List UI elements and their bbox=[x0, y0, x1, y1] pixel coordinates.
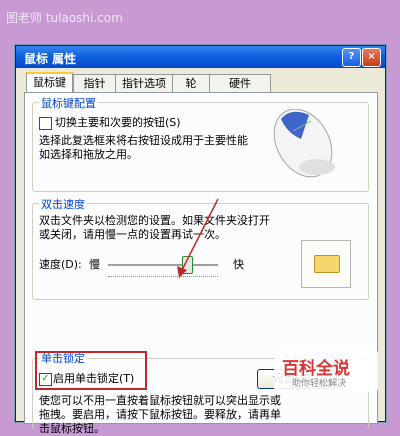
folder-icon bbox=[314, 255, 340, 273]
red-arrow-annotation bbox=[177, 198, 219, 278]
tab-pointers[interactable]: 指针 bbox=[73, 74, 116, 92]
close-button[interactable]: × bbox=[362, 48, 381, 67]
window-title: 鼠标 属性 bbox=[24, 52, 77, 66]
speed-label: 速度(D): bbox=[39, 258, 82, 271]
logo-badge: 百科全说 助你轻松解决 bbox=[274, 350, 378, 392]
tab-hardware[interactable]: 硬件 bbox=[209, 74, 271, 92]
double-click-description: 双击文件夹以检测您的设置。如果文件夹没打开或关闭，请用慢一点的设置再试一次。 bbox=[39, 214, 270, 241]
speed-fast-label: 快 bbox=[233, 258, 244, 271]
tab-wheel[interactable]: 轮 bbox=[172, 74, 210, 92]
switch-buttons-checkbox[interactable] bbox=[39, 117, 52, 130]
mouse-image bbox=[273, 109, 335, 178]
title-bar: 鼠标 属性 ? × bbox=[16, 46, 385, 68]
watermark: 图老师 tulaoshi.com bbox=[6, 11, 123, 25]
help-button[interactable]: ? bbox=[342, 48, 361, 67]
speed-slow-label: 慢 bbox=[89, 258, 100, 271]
button-config-title: 鼠标键配置 bbox=[39, 95, 98, 111]
click-lock-description: 使您可以不用一直按着鼠标按钮就可以突出显示或拖拽。要启用，请按下鼠标按钮。要释放… bbox=[39, 394, 281, 435]
click-lock-highlight bbox=[35, 351, 147, 390]
button-config-description: 选择此复选框来将右按钮设成用于主要性能如选择和拖放之用。 bbox=[39, 134, 248, 161]
double-click-group: 双击速度 双击文件夹以检测您的设置。如果文件夹没打开或关闭，请用慢一点的设置再试… bbox=[32, 196, 369, 300]
button-config-group: 鼠标键配置 切换主要和次要的按钮(S) 选择此复选框来将右按钮设成用于主要性能如… bbox=[32, 95, 369, 192]
tab-pointer-options[interactable]: 指针选项 bbox=[115, 74, 173, 92]
switch-buttons-label[interactable]: 切换主要和次要的按钮(S) bbox=[55, 116, 181, 130]
test-folder-frame[interactable] bbox=[301, 240, 351, 288]
double-click-title: 双击速度 bbox=[39, 196, 87, 212]
tab-buttons[interactable]: 鼠标键 bbox=[26, 72, 73, 94]
logo-tagline: 助你轻松解决 bbox=[292, 379, 347, 389]
